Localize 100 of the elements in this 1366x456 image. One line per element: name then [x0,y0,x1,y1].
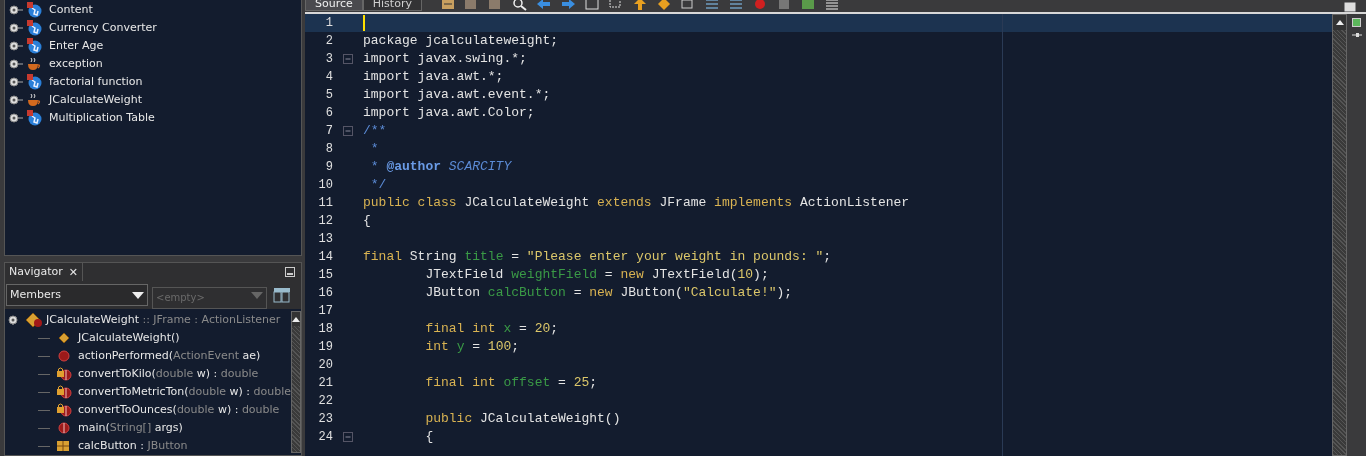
method-icon [58,422,70,434]
arrow-up-icon[interactable] [1335,20,1344,25]
lines-icon[interactable] [823,0,840,11]
expand-handle-icon[interactable] [9,41,23,51]
code-line: final int offset = 25; [424,374,598,393]
code-line: final int x = 20; [424,320,559,339]
split-icon[interactable] [1344,2,1356,12]
globe-icon [26,74,42,90]
line-number: 2 [324,33,333,50]
line-number: 15 [317,267,333,284]
line-number: 17 [317,303,333,320]
code-line: * @author SCARCITY [369,158,512,177]
line-number: 13 [317,231,333,248]
line-number: 24 [317,429,333,446]
coffee-cup-icon [26,56,42,72]
caret-icon [132,291,144,299]
expand-handle-icon[interactable] [9,23,23,33]
line-number: 6 [324,105,333,122]
member-item[interactable]: convertToMetricTon(double w) : double [78,383,291,401]
code-line: /** [363,122,387,141]
line-number: 5 [324,87,333,104]
code-line: import java.awt.*; [363,68,504,87]
fold-icon[interactable] [343,432,353,442]
line-number: 22 [317,393,333,410]
line-number: 9 [324,159,333,176]
member-item[interactable]: convertToOunces(double w) : double [78,401,280,419]
globe-icon [26,2,42,18]
expand-handle-icon[interactable] [9,77,23,87]
arrow-left-icon[interactable] [535,0,552,11]
project-item[interactable]: factorial function [49,73,143,91]
project-item[interactable]: Currency Converter [49,19,157,37]
code-line: import java.awt.Color; [363,104,535,123]
project-item[interactable]: exception [49,55,103,73]
project-item[interactable]: JCalculateWeight [49,91,142,109]
line-number: 12 [317,213,333,230]
grid-icon [56,440,72,452]
coffee-cup-icon [26,92,42,108]
expand-handle-icon[interactable] [9,59,23,69]
code-line: import javax.swing.*; [363,50,527,69]
project-item[interactable]: Multiplication Table [49,109,155,127]
line-number: 23 [317,411,333,428]
code-line: package jcalculateweight; [363,32,559,51]
class-node[interactable]: JCalculateWeight :: JFrame : ActionListener [46,311,281,329]
fold-icon[interactable] [343,54,353,64]
code-line: public JCalculateWeight() [424,410,621,429]
diamond-icon [58,332,70,344]
line-number: 4 [324,69,333,86]
fold-icon[interactable] [343,126,353,136]
navigator-title[interactable]: Navigator [9,263,63,281]
member-item[interactable]: main(String[] args) [78,419,183,437]
caret-icon [251,292,263,299]
close-button[interactable]: ✕ [68,266,79,278]
arrow-right-icon[interactable] [559,0,576,11]
lock-method-icon [56,385,72,399]
marker-icon [1351,33,1362,37]
line-number: 8 [324,141,333,158]
expand-handle-icon[interactable] [9,95,23,105]
search-icon[interactable] [511,0,528,11]
member-item[interactable]: calcButton : JButton [78,437,188,455]
scrollbar[interactable] [1332,14,1347,456]
code-line: { [363,212,371,231]
code-line: public class JCalculateWeight extends JFrame implements ActionListener [363,194,910,213]
minimize-icon[interactable] [285,267,295,277]
line-number: 19 [317,339,333,356]
circle-icon [58,350,70,362]
scrollbar[interactable] [290,311,301,453]
line-number: 3 [324,51,333,68]
book-icon[interactable] [273,287,291,303]
expand-handle-icon[interactable] [9,5,23,15]
globe-icon [26,38,42,54]
lock-method-icon [56,367,72,381]
globe-icon [26,110,42,126]
text-cursor [363,15,365,31]
code-line: int y = 100; [424,338,520,357]
line-number: 1 [324,15,333,32]
code-line: */ [369,176,387,195]
member-item[interactable]: JCalculateWeight() [78,329,180,347]
lock-method-icon [56,403,72,417]
line-number: 11 [317,195,333,212]
status-indicator [1352,18,1361,27]
line-number: 20 [317,357,333,374]
selection-icon[interactable] [607,0,624,11]
code-line: import java.awt.event.*; [363,86,551,105]
line-number: 14 [317,249,333,266]
class-icon [25,312,43,328]
code-line: final String title = "Please enter your weight in pounds: "; [363,248,832,267]
code-line: JTextField weightField = new JTextField(10); [424,266,769,285]
line-number: 7 [324,123,333,140]
globe-icon [26,20,42,36]
project-item[interactable]: Enter Age [49,37,104,55]
code-line: JButton calcButton = new JButton("Calculate!"); [424,284,793,303]
window-icon[interactable] [583,0,600,11]
expand-handle-icon[interactable] [9,113,23,123]
member-item[interactable]: actionPerformed(ActionEvent ae) [78,347,261,365]
project-item[interactable]: Content [49,1,93,19]
members-dropdown[interactable]: Members [6,284,148,306]
member-item[interactable]: convertToKilo(double w) : double [78,365,259,383]
line-number: 16 [317,285,333,302]
line-number: 21 [317,375,333,392]
arrow-up-icon[interactable] [291,316,300,322]
